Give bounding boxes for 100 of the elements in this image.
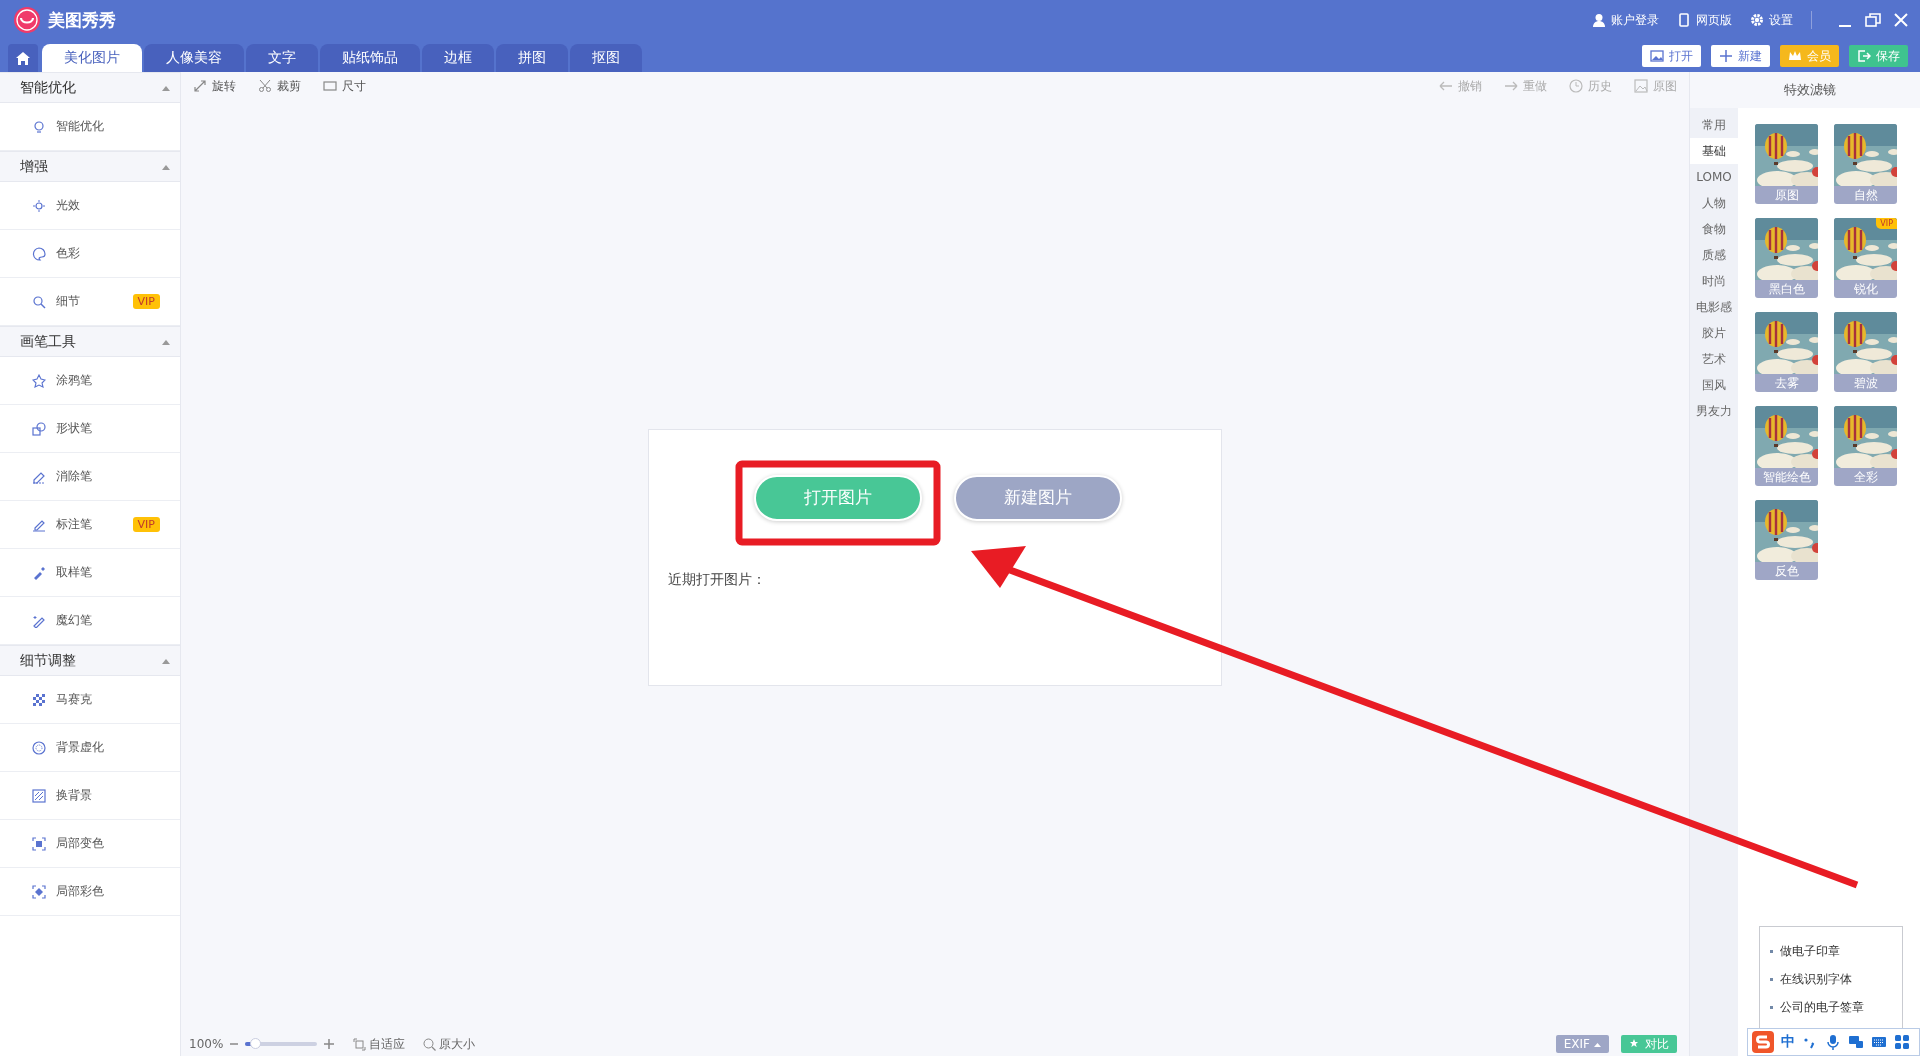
section-header[interactable]: 细节调整 (0, 645, 180, 676)
tool-label: 魔幻笔 (56, 612, 92, 629)
filter-label: 自然 (1852, 186, 1879, 204)
tab[interactable]: 抠图 (570, 44, 642, 72)
tab[interactable]: 贴纸饰品 (320, 44, 420, 72)
tool-item[interactable]: 色彩 (0, 230, 180, 278)
tool-label: 换背景 (56, 787, 92, 804)
tip-link[interactable]: 做电子印章 (1780, 942, 1840, 960)
tool-label: 局部彩色 (56, 883, 104, 900)
actual-size-button[interactable]: 原大小 (423, 1035, 476, 1053)
tool-icon (32, 613, 46, 628)
section-header[interactable]: 画笔工具 (0, 326, 180, 357)
section-title: 增强 (20, 157, 48, 176)
filter-label: 全彩 (1852, 468, 1879, 486)
new-button[interactable]: 新建 (1711, 45, 1770, 67)
toolbar-button[interactable]: 尺寸 (323, 77, 366, 95)
right-arrow-icon (1504, 79, 1518, 93)
tool-icon (32, 119, 46, 134)
tool-item[interactable]: 换背景 (0, 772, 180, 820)
tool-label: 细节 (56, 293, 80, 310)
filter-label: 智能绘色 (1761, 468, 1812, 486)
restore-icon[interactable] (1864, 11, 1882, 29)
tool-item[interactable]: 取样笔 (0, 549, 180, 597)
image-icon (1634, 79, 1648, 93)
vip-badge: VIP (1876, 218, 1897, 229)
logo-icon (14, 7, 40, 33)
tool-label: 消除笔 (56, 468, 92, 485)
fit-icon (353, 1037, 367, 1051)
keyboard-icon[interactable] (1871, 1034, 1887, 1050)
toolbar-button[interactable]: 裁剪 (258, 77, 301, 95)
ime-logo-icon[interactable] (1752, 1031, 1774, 1053)
phone-icon (1677, 13, 1691, 27)
close-icon[interactable] (1892, 11, 1910, 29)
recent-label: 近期打开图片： (668, 570, 767, 589)
filter-label: 去雾 (1773, 374, 1800, 392)
caret-icon (1594, 1041, 1601, 1047)
filter-label: 反色 (1773, 562, 1800, 580)
top-link[interactable]: 账户登录 (1592, 11, 1659, 29)
tool-icon (32, 836, 46, 851)
tab[interactable]: 拼图 (496, 44, 568, 72)
tool-item[interactable]: 背景虚化 (0, 724, 180, 772)
tool-item[interactable]: 涂鸦笔 (0, 357, 180, 405)
top-link[interactable]: 网页版 (1677, 11, 1732, 29)
clock-icon (1569, 79, 1583, 93)
home-tab[interactable] (8, 44, 38, 72)
image-icon (1650, 49, 1664, 63)
filter-label: 黑白色 (1767, 280, 1806, 298)
fit-button[interactable]: 自适应 (353, 1035, 406, 1053)
vip-badge: VIP (132, 517, 160, 532)
microphone-icon[interactable] (1825, 1034, 1841, 1050)
ime-mode[interactable]: 中 (1781, 1033, 1795, 1051)
filter-category[interactable]: 基础 (1690, 138, 1738, 164)
chat-icon[interactable] (1848, 1034, 1864, 1050)
tip-link[interactable]: 在线识别字体 (1780, 970, 1852, 988)
filter-label: 原图 (1773, 186, 1800, 204)
tool-label: 涂鸦笔 (56, 372, 92, 389)
user-icon (1592, 13, 1606, 27)
filter-thumbnail[interactable]: 锐化 VIP (1834, 218, 1897, 298)
left-arrow-icon (1439, 79, 1453, 93)
plus-icon[interactable] (323, 1038, 336, 1050)
tab[interactable]: 人像美容 (144, 44, 244, 72)
filter-label: 碧波 (1852, 374, 1879, 392)
scissors-icon (258, 79, 272, 93)
frame-icon (323, 79, 337, 93)
tool-item[interactable]: 局部彩色 (0, 868, 180, 916)
tool-icon (32, 294, 46, 309)
tool-item[interactable]: 局部变色 (0, 820, 180, 868)
tool-item[interactable]: 形状笔 (0, 405, 180, 453)
section-title: 细节调整 (20, 651, 76, 670)
tool-label: 标注笔 (56, 516, 92, 533)
tool-label: 光效 (56, 197, 80, 214)
exit-icon (1857, 49, 1871, 63)
toolbar-button[interactable]: 旋转 (193, 77, 236, 95)
tool-item[interactable]: 标注笔 VIP (0, 501, 180, 549)
section-header[interactable]: 增强 (0, 151, 180, 182)
grid-icon[interactable] (1894, 1034, 1910, 1050)
tool-icon (32, 788, 46, 803)
tool-icon (32, 565, 46, 580)
tip-link[interactable]: 公司的电子签章 (1780, 998, 1864, 1016)
tool-item[interactable]: 消除笔 (0, 453, 180, 501)
tool-label: 取样笔 (56, 564, 92, 581)
open-button[interactable]: 打开 (1642, 45, 1701, 67)
zoom-icon (423, 1037, 437, 1051)
tab[interactable]: 美化图片 (42, 44, 142, 72)
section-header[interactable]: 智能优化 (0, 72, 180, 103)
tab[interactable]: 文字 (246, 44, 318, 72)
section-title: 画笔工具 (20, 332, 76, 351)
section-title: 智能优化 (20, 78, 76, 97)
tool-item[interactable]: 马赛克 (0, 676, 180, 724)
tool-label: 背景虚化 (56, 739, 104, 756)
tab[interactable]: 边框 (422, 44, 494, 72)
tool-label: 智能优化 (56, 118, 104, 135)
zoom-percent: 100% (189, 1037, 224, 1051)
filter-label: 锐化 (1852, 280, 1879, 298)
crown-icon (1788, 49, 1802, 63)
vip-badge: VIP (132, 294, 160, 309)
top-link[interactable]: 设置 (1750, 11, 1793, 29)
tool-icon (32, 198, 46, 213)
tool-icon (32, 884, 46, 899)
tool-item[interactable]: 光效 (0, 182, 180, 230)
